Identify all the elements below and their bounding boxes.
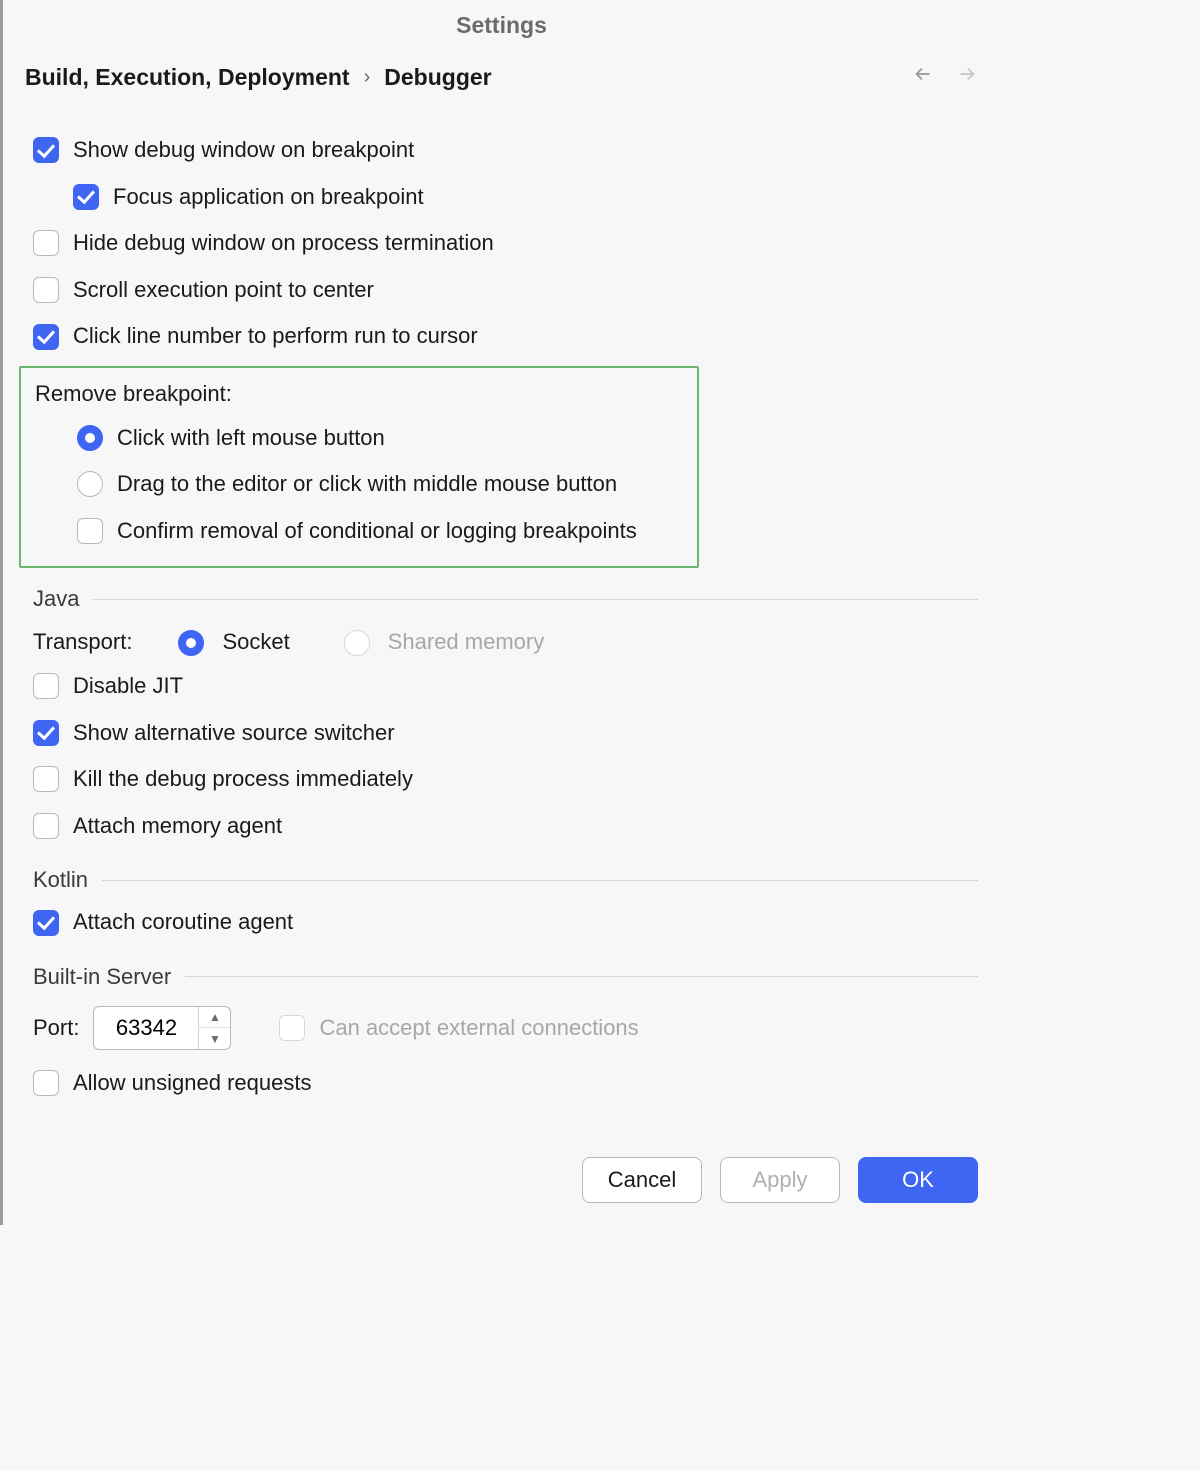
checkbox-icon[interactable] [77,518,103,544]
opt-scroll-center[interactable]: Scroll execution point to center [33,267,978,314]
opt-hide-on-term[interactable]: Hide debug window on process termination [33,220,978,267]
label: Attach coroutine agent [73,908,293,937]
divider [185,976,978,977]
divider [93,599,978,600]
section-title: Built-in Server [33,964,171,990]
breadcrumb: Build, Execution, Deployment › Debugger [25,64,912,91]
opt-click-line-run[interactable]: Click line number to perform run to curs… [33,313,978,360]
port-spinner[interactable]: ▲ ▼ [93,1006,231,1050]
radio-icon[interactable] [77,471,103,497]
port-label: Port: [33,1014,79,1043]
opt-attach-mem[interactable]: Attach memory agent [33,803,978,850]
port-row: Port: ▲ ▼ Can accept external connection… [33,996,978,1060]
section-title: Java [33,586,79,612]
window-title: Settings [3,0,1000,63]
breadcrumb-parent[interactable]: Build, Execution, Deployment [25,64,350,91]
transport-socket-radio[interactable] [178,630,204,656]
label: Focus application on breakpoint [113,183,424,212]
label: Click with left mouse button [117,424,385,453]
kotlin-section-header: Kotlin [33,867,978,893]
header-row: Build, Execution, Deployment › Debugger [3,63,1000,99]
checkbox-icon[interactable] [33,813,59,839]
label: Attach memory agent [73,812,282,841]
chevron-down-icon[interactable]: ▼ [199,1028,230,1049]
label: Scroll execution point to center [73,276,374,305]
remove-bp-confirm[interactable]: Confirm removal of conditional or loggin… [21,508,685,555]
label: Allow unsigned requests [73,1069,311,1098]
external-label: Can accept external connections [319,1014,638,1043]
label: Click line number to perform run to curs… [73,322,478,351]
checkbox-icon[interactable] [33,324,59,350]
remove-bp-title: Remove breakpoint: [21,380,685,415]
checkbox-icon[interactable] [73,184,99,210]
settings-window: Settings Build, Execution, Deployment › … [0,0,1000,1225]
port-input[interactable] [94,1007,198,1049]
checkbox-icon[interactable] [33,1070,59,1096]
checkbox-icon[interactable] [33,720,59,746]
section-title: Kotlin [33,867,88,893]
transport-sharedmem-radio [344,630,370,656]
apply-button[interactable]: Apply [720,1157,840,1203]
transport-label: Transport: [33,628,132,657]
checkbox-icon[interactable] [33,673,59,699]
chevron-up-icon[interactable]: ▲ [199,1007,230,1029]
checkbox-icon[interactable] [33,137,59,163]
label: Show debug window on breakpoint [73,136,414,165]
label: Drag to the editor or click with middle … [117,470,617,499]
external-checkbox [279,1015,305,1041]
remove-breakpoint-group: Remove breakpoint: Click with left mouse… [19,366,699,568]
label: Confirm removal of conditional or loggin… [117,517,637,546]
opt-show-debug-window[interactable]: Show debug window on breakpoint [33,127,978,174]
spinner-buttons[interactable]: ▲ ▼ [198,1007,230,1049]
opt-attach-coroutine[interactable]: Attach coroutine agent [33,899,978,946]
label: Kill the debug process immediately [73,765,413,794]
java-section-header: Java [33,586,978,612]
nav-arrows [912,63,978,91]
checkbox-icon[interactable] [33,766,59,792]
opt-alt-source[interactable]: Show alternative source switcher [33,710,978,757]
opt-disable-jit[interactable]: Disable JIT [33,663,978,710]
checkbox-icon[interactable] [33,910,59,936]
chevron-right-icon: › [364,66,371,89]
back-button[interactable] [912,63,934,91]
forward-button[interactable] [956,63,978,91]
checkbox-icon[interactable] [33,277,59,303]
opt-kill-immediate[interactable]: Kill the debug process immediately [33,756,978,803]
breadcrumb-current: Debugger [384,64,491,91]
content: Show debug window on breakpoint Focus ap… [3,99,1000,1139]
remove-bp-drag[interactable]: Drag to the editor or click with middle … [21,461,685,508]
transport-sharedmem-label: Shared memory [388,628,545,657]
label: Hide debug window on process termination [73,229,494,258]
server-section-header: Built-in Server [33,964,978,990]
transport-socket-label: Socket [222,628,289,657]
transport-row: Transport: Socket Shared memory [33,618,978,663]
cancel-button[interactable]: Cancel [582,1157,702,1203]
divider [102,880,978,881]
opt-allow-unsigned[interactable]: Allow unsigned requests [33,1060,978,1107]
label: Show alternative source switcher [73,719,395,748]
footer: Cancel Apply OK [3,1139,1000,1225]
opt-focus-app[interactable]: Focus application on breakpoint [33,174,978,221]
checkbox-icon[interactable] [33,230,59,256]
label: Disable JIT [73,672,183,701]
ok-button[interactable]: OK [858,1157,978,1203]
radio-icon[interactable] [77,425,103,451]
remove-bp-click[interactable]: Click with left mouse button [21,415,685,462]
